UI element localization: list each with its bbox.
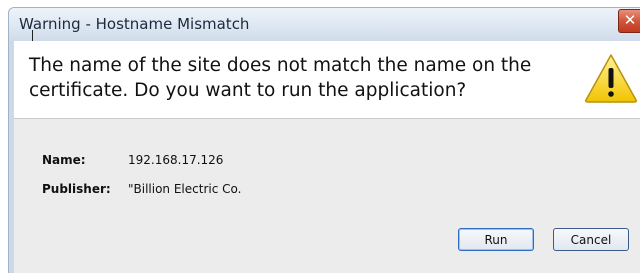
name-label: Name:: [42, 153, 86, 167]
run-button[interactable]: Run: [458, 228, 534, 251]
cancel-button[interactable]: Cancel: [553, 228, 629, 251]
details-panel: Name: 192.168.17.126 Publisher: "Billion…: [14, 119, 640, 273]
publisher-label: Publisher:: [42, 182, 111, 196]
dialog-content: The name of the site does not match the …: [14, 41, 640, 273]
name-value: 192.168.17.126: [128, 153, 224, 167]
dialog-window: Warning - Hostname Mismatch ✕ The name o…: [0, 0, 640, 273]
close-button[interactable]: ✕: [618, 9, 640, 33]
window-title: Warning - Hostname Mismatch: [19, 15, 250, 33]
message-header: The name of the site does not match the …: [14, 41, 640, 119]
title-bar[interactable]: Warning - Hostname Mismatch: [8, 7, 640, 44]
publisher-value: "Billion Electric Co.: [128, 182, 242, 196]
warning-message: The name of the site does not match the …: [29, 55, 532, 101]
warning-triangle-icon: [585, 54, 637, 103]
